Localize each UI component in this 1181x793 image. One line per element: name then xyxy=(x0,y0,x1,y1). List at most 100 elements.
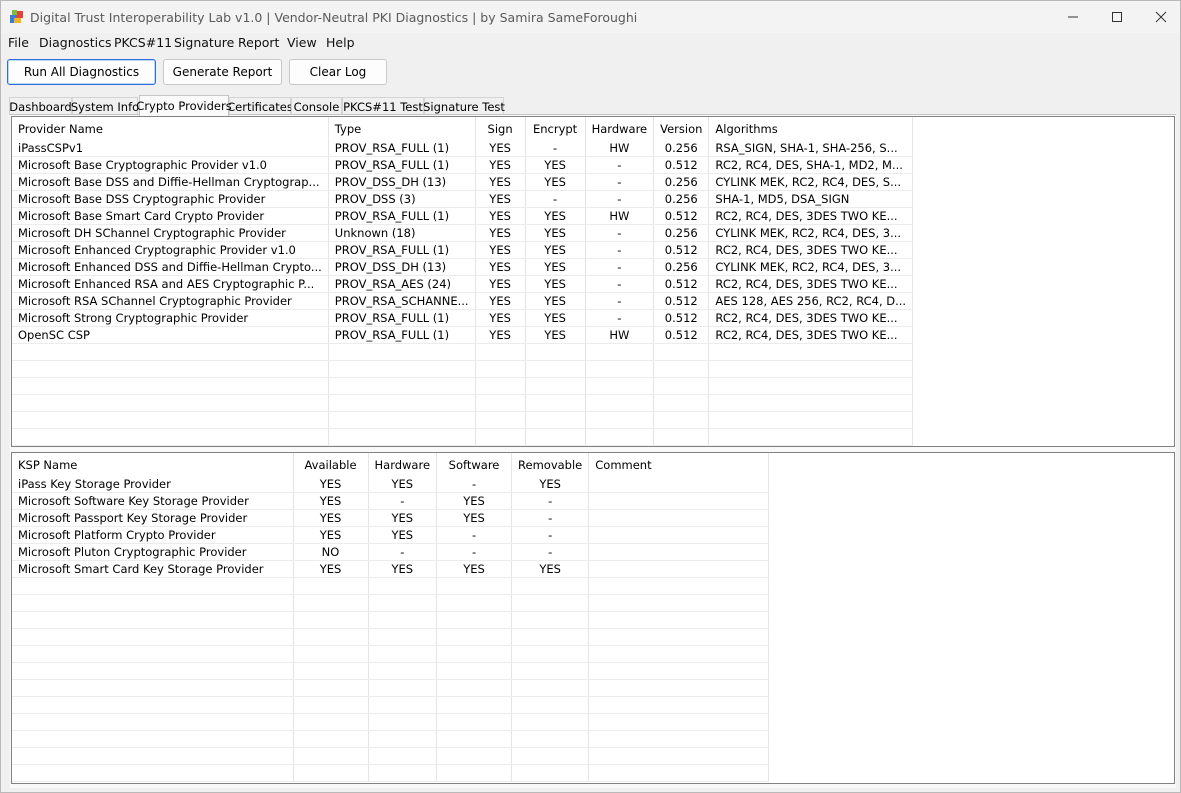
table-cell: - xyxy=(511,492,590,510)
empty-cell xyxy=(708,343,914,361)
menu-diagnostics[interactable]: Diagnostics xyxy=(39,35,112,50)
table-cell: Microsoft Base DSS and Diffie-Hellman Cr… xyxy=(12,173,329,191)
ksp-row[interactable]: Microsoft Pluton Cryptographic Provider N… xyxy=(12,543,770,561)
table-cell: PROV_RSA_SCHANNE... xyxy=(328,292,476,310)
col-encrypt[interactable]: Encrypt xyxy=(525,117,586,140)
empty-cell xyxy=(585,428,655,446)
tab-signature-test[interactable]: Signature Test xyxy=(423,97,505,115)
empty-cell xyxy=(368,577,438,595)
empty-cell xyxy=(588,662,770,680)
table-cell: Microsoft RSA SChannel Cryptographic Pro… xyxy=(12,292,329,310)
table-cell: YES xyxy=(475,156,526,174)
table-cell: PROV_RSA_FULL (1) xyxy=(328,207,476,225)
menu-view[interactable]: View xyxy=(287,35,317,50)
menu-help[interactable]: Help xyxy=(326,35,355,50)
table-cell: 0.512 xyxy=(653,309,710,327)
table-cell: Microsoft Base DSS Cryptographic Provide… xyxy=(12,190,329,208)
empty-cell xyxy=(708,360,914,378)
col-comment[interactable]: Comment xyxy=(588,453,770,476)
tab-console[interactable]: Console xyxy=(291,97,342,115)
ksp-row[interactable]: Microsoft Passport Key Storage Provider Y… xyxy=(12,509,770,527)
table-cell: - xyxy=(525,190,586,208)
empty-cell xyxy=(368,594,438,612)
empty-cell xyxy=(12,730,294,748)
empty-row xyxy=(12,628,770,646)
table-cell: RC2, RC4, DES, 3DES TWO KE... xyxy=(708,275,914,293)
empty-cell xyxy=(12,713,294,731)
provider-row[interactable]: Microsoft Strong Cryptographic Provider P… xyxy=(12,309,914,327)
tab-pkcs11-test[interactable]: PKCS#11 Test xyxy=(342,97,424,115)
ksp-row[interactable]: Microsoft Platform Crypto Provider YES YES… xyxy=(12,526,770,544)
empty-cell xyxy=(12,343,329,361)
provider-row[interactable]: OpenSC CSP PROV_RSA_FULL (1) YES YES HW 0.512… xyxy=(12,326,914,344)
provider-row[interactable]: Microsoft DH SChannel Cryptographic Prov… xyxy=(12,224,914,242)
tab-system-info[interactable]: System Info xyxy=(71,97,139,115)
title-bar[interactable]: Digital Trust Interoperability Lab v1.0 … xyxy=(1,1,1180,33)
empty-cell xyxy=(368,713,438,731)
table-cell: 0.256 xyxy=(653,224,710,242)
col-ksp-name[interactable]: KSP Name xyxy=(12,453,294,476)
generate-report-button[interactable]: Generate Report xyxy=(163,59,282,85)
provider-row[interactable]: Microsoft Enhanced DSS and Diffie-Hellma… xyxy=(12,258,914,276)
table-cell: CYLINK MEK, RC2, RC4, DES, 3... xyxy=(708,224,914,242)
empty-cell xyxy=(293,645,369,663)
menu-file[interactable]: File xyxy=(8,35,29,50)
run-all-diagnostics-button[interactable]: Run All Diagnostics xyxy=(7,59,156,85)
empty-cell xyxy=(708,377,914,395)
col-version[interactable]: Version xyxy=(653,117,710,140)
table-cell: - xyxy=(436,526,513,544)
ksp-row[interactable]: Microsoft Software Key Storage Provider Y… xyxy=(12,492,770,510)
empty-cell xyxy=(12,696,294,714)
table-cell: YES xyxy=(475,258,526,276)
empty-cell xyxy=(585,411,655,429)
col-available[interactable]: Available xyxy=(293,453,369,476)
table-cell: YES xyxy=(293,526,369,544)
provider-row[interactable]: Microsoft Base DSS Cryptographic Provide… xyxy=(12,190,914,208)
empty-cell xyxy=(588,611,770,629)
empty-cell xyxy=(293,577,369,595)
ksp-row[interactable]: iPass Key Storage Provider YES YES - YES xyxy=(12,476,770,493)
empty-cell xyxy=(475,343,526,361)
col-provider-name[interactable]: Provider Name xyxy=(12,117,329,140)
col-hardware[interactable]: Hardware xyxy=(585,117,655,140)
table-cell: YES xyxy=(475,140,526,157)
tab-certificates[interactable]: Certificates xyxy=(227,97,293,115)
col-algorithms[interactable]: Algorithms xyxy=(708,117,914,140)
ksp-grid[interactable]: KSP Name Available Hardware Software Rem… xyxy=(11,452,1175,784)
menu-report[interactable]: Report xyxy=(238,35,279,50)
maximize-icon[interactable] xyxy=(1094,1,1140,33)
provider-row[interactable]: Microsoft Base Smart Card Crypto Provide… xyxy=(12,207,914,225)
minimize-icon[interactable] xyxy=(1050,1,1096,33)
ksp-row[interactable]: Microsoft Smart Card Key Storage Provide… xyxy=(12,560,770,578)
provider-row[interactable]: iPassCSPv1 PROV_RSA_FULL (1) YES - HW 0.256 RS… xyxy=(12,140,914,157)
table-cell: - xyxy=(585,156,655,174)
empty-cell xyxy=(511,730,590,748)
table-cell: Microsoft Enhanced DSS and Diffie-Hellma… xyxy=(12,258,329,276)
empty-cell xyxy=(12,428,329,446)
table-cell: YES xyxy=(525,309,586,327)
col-ksp-hardware[interactable]: Hardware xyxy=(368,453,438,476)
empty-cell xyxy=(328,394,476,412)
table-cell: RC2, RC4, DES, 3DES TWO KE... xyxy=(708,326,914,344)
providers-grid[interactable]: Provider Name Type Sign Encrypt Hardware… xyxy=(11,116,1175,447)
provider-row[interactable]: Microsoft Enhanced RSA and AES Cryptogra… xyxy=(12,275,914,293)
provider-row[interactable]: Microsoft Base DSS and Diffie-Hellman Cr… xyxy=(12,173,914,191)
empty-cell xyxy=(708,428,914,446)
menu-pkcs11[interactable]: PKCS#11 xyxy=(114,35,172,50)
table-cell: 0.512 xyxy=(653,156,710,174)
provider-row[interactable]: Microsoft Base Cryptographic Provider v1… xyxy=(12,156,914,174)
table-cell: YES xyxy=(511,476,590,493)
col-removable[interactable]: Removable xyxy=(511,453,590,476)
col-type[interactable]: Type xyxy=(328,117,476,140)
col-software[interactable]: Software xyxy=(436,453,513,476)
col-sign[interactable]: Sign xyxy=(475,117,526,140)
empty-cell xyxy=(511,764,590,782)
close-icon[interactable] xyxy=(1138,1,1181,33)
provider-row[interactable]: Microsoft Enhanced Cryptographic Provide… xyxy=(12,241,914,259)
tab-dashboard[interactable]: Dashboard xyxy=(9,97,72,115)
menu-signature[interactable]: Signature xyxy=(174,35,234,50)
clear-log-button[interactable]: Clear Log xyxy=(289,59,387,85)
provider-row[interactable]: Microsoft RSA SChannel Cryptographic Pro… xyxy=(12,292,914,310)
empty-cell xyxy=(293,628,369,646)
tab-crypto-providers[interactable]: Crypto Providers xyxy=(136,95,232,116)
